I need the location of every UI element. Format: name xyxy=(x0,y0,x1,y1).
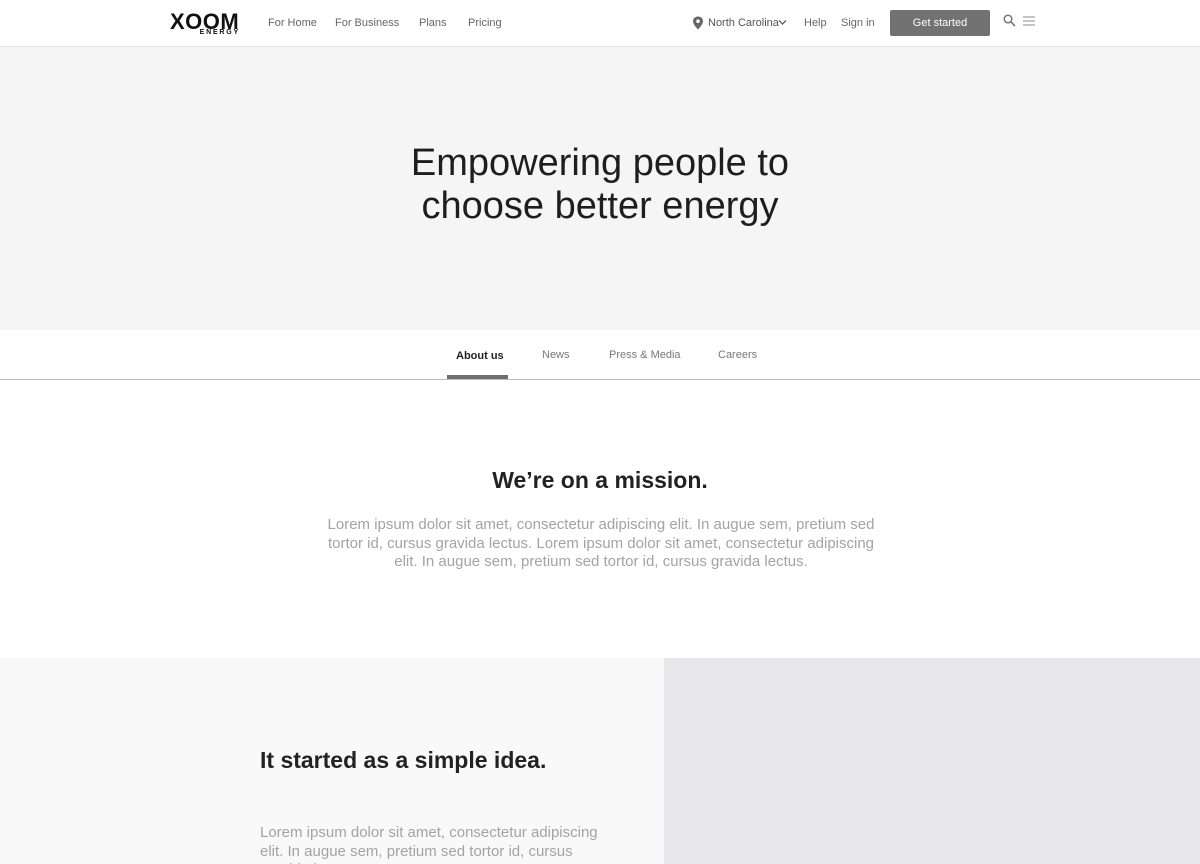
logo-subtitle: ENERGY xyxy=(199,29,240,36)
sign-in-link[interactable]: Sign in xyxy=(841,16,875,30)
location-selector[interactable]: North Carolina xyxy=(708,16,779,30)
tab-press-media[interactable]: Press & Media xyxy=(609,348,681,362)
hero-section: Empowering people to choose better energ… xyxy=(0,47,1200,330)
tab-news[interactable]: News xyxy=(542,348,570,362)
get-started-button[interactable]: Get started xyxy=(890,10,990,36)
story-body: Lorem ipsum dolor sit amet, consectetur … xyxy=(260,824,598,864)
menu-icon[interactable] xyxy=(1023,16,1035,26)
hero-title: Empowering people to choose better energ… xyxy=(300,142,900,228)
nav-for-business[interactable]: For Business xyxy=(335,16,399,30)
mission-body: Lorem ipsum dolor sit amet, consectetur … xyxy=(327,516,875,570)
nav-pricing[interactable]: Pricing xyxy=(468,16,502,30)
location-pin-icon[interactable] xyxy=(692,16,704,30)
story-image-placeholder xyxy=(664,658,1200,864)
nav-for-home[interactable]: For Home xyxy=(268,16,317,30)
xoom-energy-logo[interactable]: XOOM ENERGY xyxy=(170,11,242,39)
search-icon[interactable] xyxy=(1003,14,1016,27)
tab-careers[interactable]: Careers xyxy=(718,348,757,362)
section-tabs: About us News Press & Media Careers xyxy=(0,330,1200,380)
chevron-down-icon[interactable] xyxy=(778,19,787,26)
mission-title: We’re on a mission. xyxy=(492,467,708,493)
hero-title-line-2: choose better energy xyxy=(421,185,779,227)
active-tab-indicator xyxy=(447,375,508,379)
tab-about-us[interactable]: About us xyxy=(456,349,504,363)
site-header: XOOM ENERGY For Home For Business Plans … xyxy=(0,0,1200,47)
hero-title-line-1: Empowering people to xyxy=(410,142,790,184)
story-title: It started as a simple idea. xyxy=(260,747,547,773)
help-link[interactable]: Help xyxy=(804,16,827,30)
nav-plans[interactable]: Plans xyxy=(419,16,447,30)
